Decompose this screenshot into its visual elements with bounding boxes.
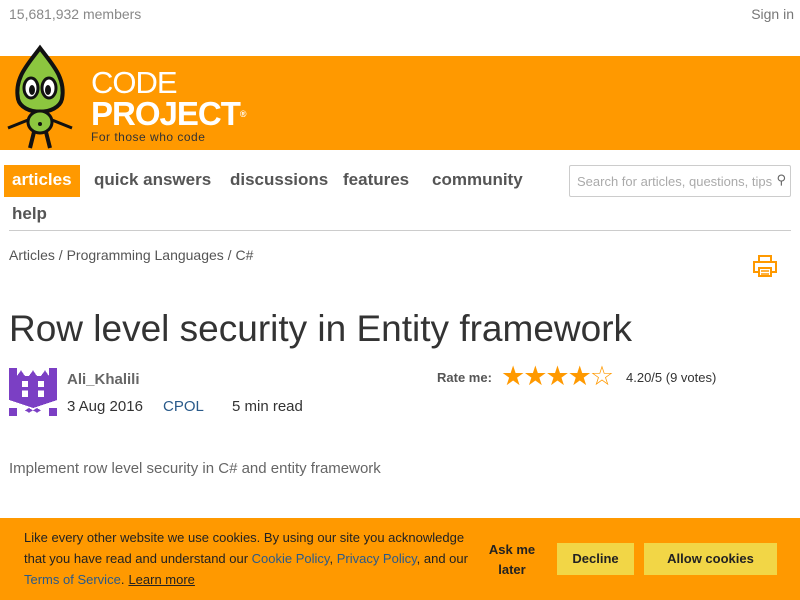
and-our: , and our (416, 551, 468, 566)
top-bar: 15,681,932 members Sign in (0, 0, 800, 56)
breadcrumb: Articles / Programming Languages / C# (9, 247, 253, 263)
decline-button[interactable]: Decline (557, 543, 634, 575)
code-project-mascot-logo[interactable] (0, 44, 85, 150)
logo-line2: PROJECT (91, 95, 241, 132)
nav-community[interactable]: community (424, 165, 531, 197)
search-icon[interactable]: ⚲ (776, 172, 786, 188)
author-name[interactable]: Ali_Khalili (67, 371, 140, 388)
site-banner: CODE PROJECT® For those who code (0, 44, 800, 150)
logo-line1: CODE (91, 65, 178, 100)
breadcrumb-programming-languages[interactable]: Programming Languages (67, 247, 224, 263)
logo-tagline: For those who code (91, 130, 206, 144)
article-summary: Implement row level security in C# and e… (9, 460, 381, 477)
privacy-policy-link[interactable]: Privacy Policy (337, 551, 417, 566)
license-link[interactable]: CPOL (163, 398, 204, 415)
breadcrumb-articles[interactable]: Articles (9, 247, 55, 263)
member-count: 15,681,932 members (9, 6, 142, 22)
rating-stars[interactable]: ★★★★☆ (501, 361, 614, 392)
author-avatar[interactable] (9, 368, 57, 416)
article-title: Row level security in Entity framework (9, 308, 633, 349)
allow-cookies-button[interactable]: Allow cookies (644, 543, 777, 575)
logo-wordmark[interactable]: CODE PROJECT® For those who code (91, 65, 247, 144)
rating-score: 4.20/5 (9 votes) (626, 370, 717, 385)
nav-help[interactable]: help (4, 199, 55, 231)
read-time: 5 min read (232, 398, 303, 415)
terms-link[interactable]: Terms of Service (24, 572, 121, 587)
search-input[interactable]: Search for articles, questions, tips ⚲ (569, 165, 791, 197)
sign-in-link[interactable]: Sign in (751, 6, 794, 22)
cookie-policy-link[interactable]: Cookie Policy (252, 551, 330, 566)
cookie-text: Like every other website we use cookies.… (24, 527, 474, 590)
divider (9, 230, 791, 231)
breadcrumb-sep: / (54, 247, 67, 263)
logo-reg: ® (239, 109, 247, 119)
learn-more-link[interactable]: Learn more (128, 572, 194, 587)
nav-articles[interactable]: articles (4, 165, 80, 197)
article-date: 3 Aug 2016 (67, 398, 143, 415)
cookie-banner: Like every other website we use cookies.… (0, 518, 800, 600)
search-placeholder: Search for articles, questions, tips (577, 174, 773, 189)
nav-features[interactable]: features (335, 165, 417, 197)
breadcrumb-sep: / (223, 247, 236, 263)
rate-label: Rate me: (437, 370, 492, 385)
ask-later-button[interactable]: Ask me later (483, 540, 541, 580)
nav-discussions[interactable]: discussions (222, 165, 336, 197)
comma: , (329, 551, 337, 566)
print-icon[interactable] (753, 254, 777, 278)
period: . (120, 572, 125, 587)
nav-quick-answers[interactable]: quick answers (86, 165, 219, 197)
breadcrumb-csharp[interactable]: C# (235, 247, 253, 263)
